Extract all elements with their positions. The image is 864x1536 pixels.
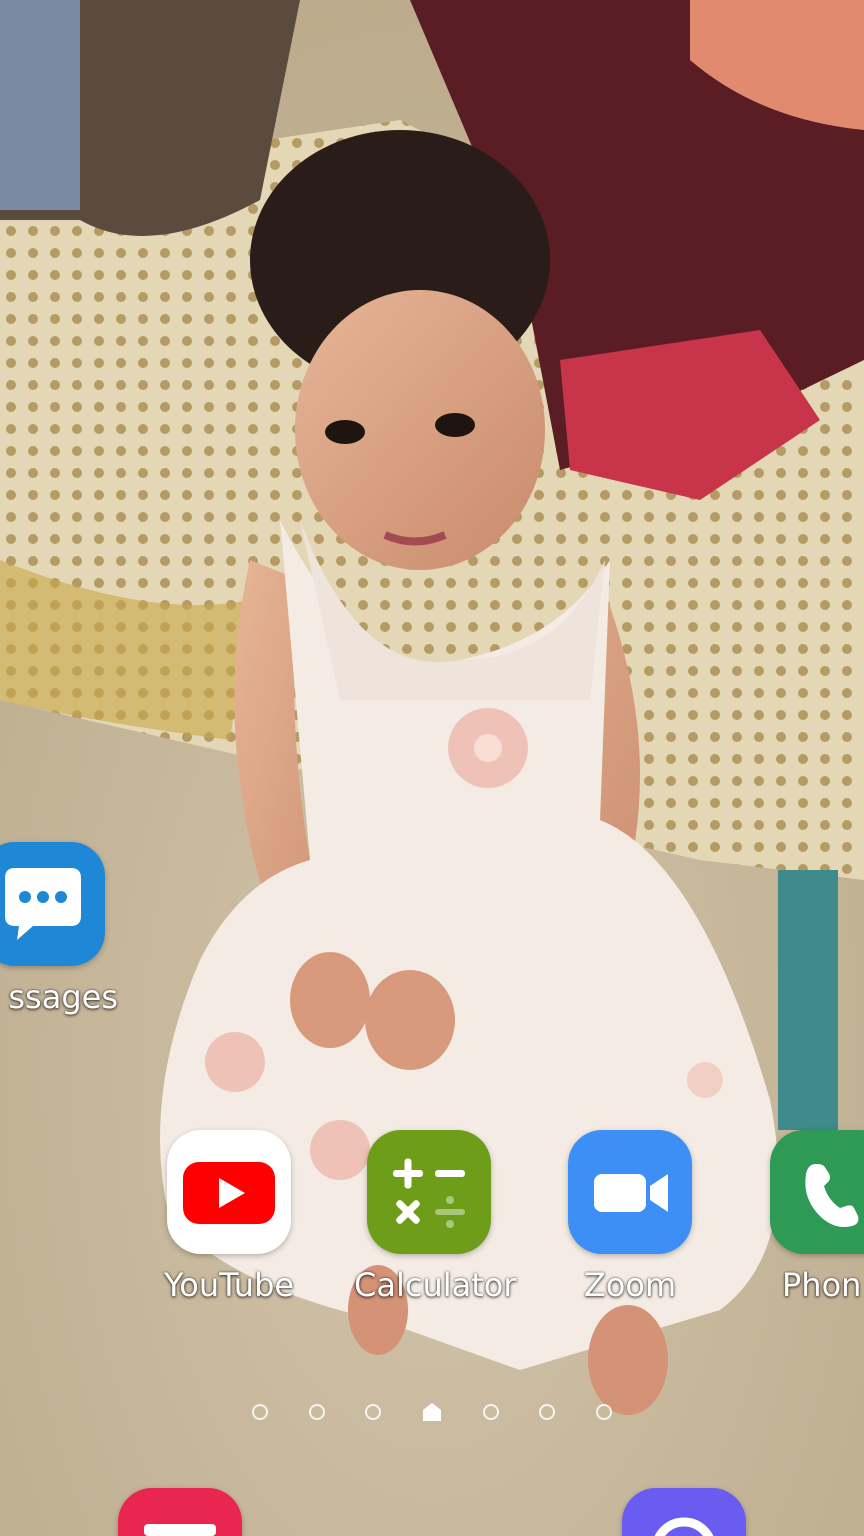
app-label-messages: ssages xyxy=(8,978,118,1016)
page-indicator[interactable] xyxy=(252,1400,612,1424)
app-youtube[interactable]: YouTube xyxy=(154,1130,304,1304)
app-calculator[interactable]: Calculator xyxy=(354,1130,517,1304)
wallpaper-photo xyxy=(0,0,864,1536)
page-dot[interactable] xyxy=(308,1404,325,1420)
page-dot[interactable] xyxy=(539,1404,556,1420)
video-camera-icon xyxy=(568,1130,692,1254)
home-icon[interactable] xyxy=(422,1402,442,1422)
dock-app-icon-right[interactable] xyxy=(622,1488,746,1536)
app-label-calculator: Calculator xyxy=(354,1266,517,1304)
dock-app-icon-left[interactable] xyxy=(118,1488,242,1536)
calculator-icon xyxy=(367,1130,491,1254)
page-dot[interactable] xyxy=(595,1404,612,1420)
app-label-zoom: Zoom xyxy=(583,1266,677,1304)
app-label-youtube: YouTube xyxy=(163,1266,295,1304)
app-phone[interactable]: Phon xyxy=(757,1130,864,1304)
app-zoom[interactable]: Zoom xyxy=(555,1130,705,1304)
home-screen: ssages YouTube Calculator Zoom Phon xyxy=(0,0,864,1536)
page-dot[interactable] xyxy=(252,1404,268,1420)
page-dot[interactable] xyxy=(482,1404,499,1420)
youtube-icon xyxy=(167,1130,291,1254)
page-dot[interactable] xyxy=(365,1404,382,1420)
message-bubble-icon xyxy=(0,842,105,966)
app-messages[interactable]: ssages xyxy=(0,842,118,1016)
app-label-phone: Phon xyxy=(782,1266,862,1304)
phone-icon xyxy=(770,1130,864,1254)
